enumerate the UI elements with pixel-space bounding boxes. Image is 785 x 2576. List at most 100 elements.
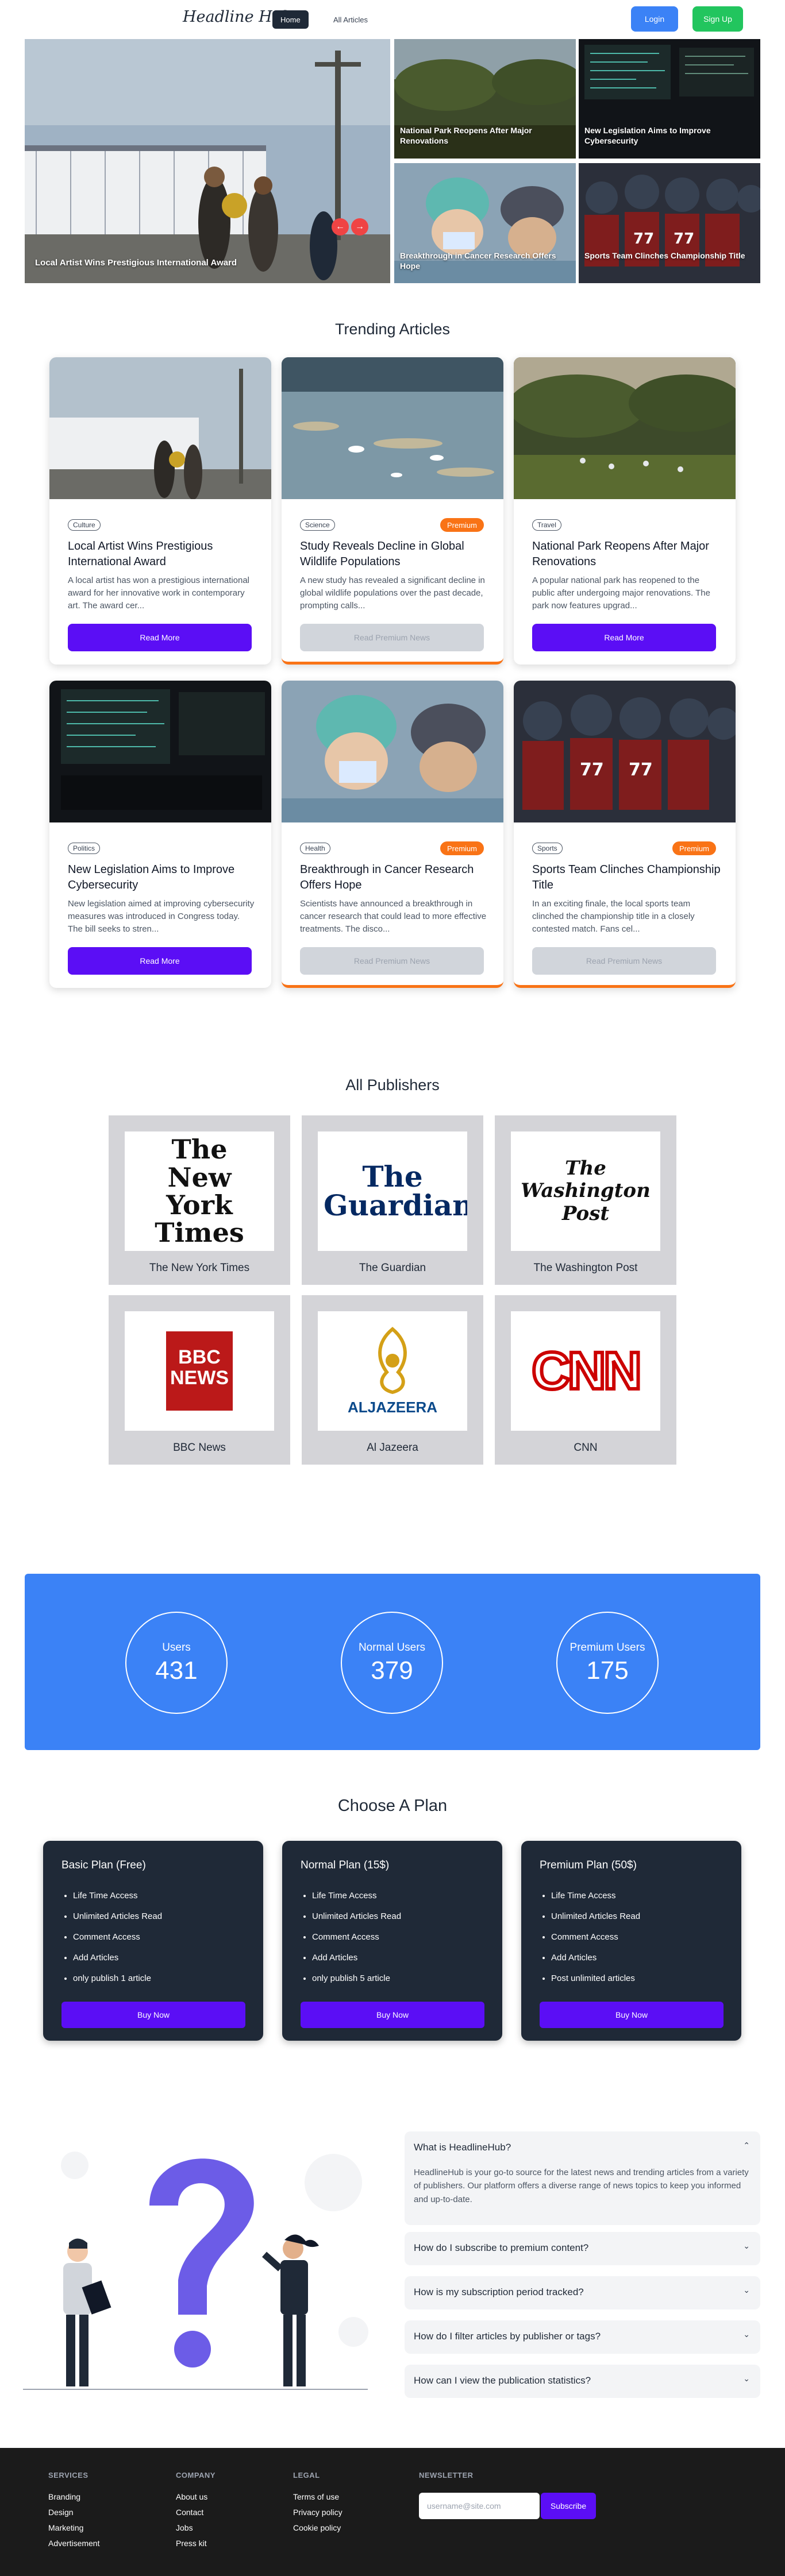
plan-feature: Life Time Access	[312, 1890, 401, 1911]
article-title[interactable]: Sports Team Clinches Championship Title	[532, 862, 722, 893]
svg-text:77: 77	[629, 760, 653, 780]
faq-question[interactable]: How do I subscribe to premium content?	[414, 2242, 588, 2254]
login-button[interactable]: Login	[631, 6, 678, 32]
footer-link[interactable]: Terms of use	[293, 2492, 343, 2508]
chevron-down-icon[interactable]: ⌄	[743, 2285, 750, 2295]
carousel-prev-button[interactable]: ←	[332, 218, 349, 235]
footer-link[interactable]: Jobs	[176, 2523, 216, 2539]
article-tag[interactable]: Sports	[532, 843, 563, 854]
plan-card-premium: Premium Plan (50$) Life Time Access Unli…	[521, 1841, 741, 2041]
read-premium-button[interactable]: Read Premium News	[300, 624, 484, 651]
footer-link[interactable]: Privacy policy	[293, 2508, 343, 2523]
article-card: Politics New Legislation Aims to Improve…	[49, 681, 271, 988]
faq-item[interactable]: How can I view the publication statistic…	[405, 2365, 760, 2398]
article-title[interactable]: Local Artist Wins Prestigious Internatio…	[68, 539, 257, 570]
article-tag[interactable]: Health	[300, 843, 330, 854]
publishers-title: All Publishers	[345, 1076, 440, 1094]
newsletter-email-input[interactable]: username@site.com	[419, 2493, 540, 2519]
hero-main-caption: Local Artist Wins Prestigious Internatio…	[35, 258, 237, 268]
hero-tile-1[interactable]: National Park Reopens After Major Renova…	[394, 39, 576, 159]
article-title[interactable]: New Legislation Aims to Improve Cybersec…	[68, 862, 257, 893]
premium-badge: Premium	[672, 841, 716, 855]
svg-text:77: 77	[674, 230, 694, 248]
hero-main-slide[interactable]: Local Artist Wins Prestigious Internatio…	[25, 39, 390, 283]
footer-heading: COMPANY	[176, 2471, 216, 2480]
faq-item[interactable]: How do I subscribe to premium content? ⌄	[405, 2232, 760, 2265]
publisher-card[interactable]: CNN CNN	[495, 1295, 676, 1465]
article-card: Health Premium Breakthrough in Cancer Re…	[282, 681, 503, 988]
publisher-card[interactable]: BBC NEWS BBC News	[109, 1295, 290, 1465]
article-excerpt: A new study has revealed a significant d…	[300, 576, 485, 611]
article-image	[282, 357, 503, 499]
nav-all-articles-link[interactable]: All Articles	[325, 10, 376, 29]
article-title[interactable]: National Park Reopens After Major Renova…	[532, 539, 722, 570]
article-tag[interactable]: Politics	[68, 843, 101, 854]
footer-link[interactable]: Branding	[48, 2492, 99, 2508]
article-excerpt: In an exciting finale, the local sports …	[532, 899, 695, 934]
publisher-card[interactable]: The New York Times The New York Times	[109, 1115, 290, 1285]
hero-tile-4-image: 77 77	[579, 163, 760, 283]
nav-home-link[interactable]: Home	[272, 10, 309, 29]
hero-tile-1-caption: National Park Reopens After Major Renova…	[400, 126, 532, 146]
hero-tile-3[interactable]: Breakthrough in Cancer Research Offers H…	[394, 163, 576, 283]
footer-link[interactable]: Press kit	[176, 2539, 216, 2554]
faq-question[interactable]: How do I filter articles by publisher or…	[414, 2331, 601, 2342]
article-tag[interactable]: Science	[300, 519, 335, 531]
chevron-down-icon[interactable]: ⌄	[743, 2330, 750, 2339]
publisher-card[interactable]: ALJAZEERA Al Jazeera	[302, 1295, 483, 1465]
plan-feature: Add Articles	[551, 1952, 640, 1973]
plan-feature: Add Articles	[73, 1952, 162, 1973]
faq-item-open[interactable]: What is HeadlineHub? ⌃ HeadlineHub is yo…	[405, 2131, 760, 2225]
buy-now-button[interactable]: Buy Now	[540, 2002, 724, 2028]
faq-question[interactable]: How can I view the publication statistic…	[414, 2375, 591, 2386]
read-more-button[interactable]: Read More	[532, 624, 716, 651]
hero-tile-4[interactable]: 77 77 Sports Team Clinches Championship T…	[579, 163, 760, 283]
footer-link[interactable]: Contact	[176, 2508, 216, 2523]
chevron-down-icon[interactable]: ⌄	[743, 2374, 750, 2384]
buy-now-button[interactable]: Buy Now	[61, 2002, 245, 2028]
footer-link[interactable]: Marketing	[48, 2523, 99, 2539]
aljazeera-emblem	[378, 1326, 407, 1394]
publisher-name: The Guardian	[359, 1262, 426, 1274]
hero-tile-2-caption: New Legislation Aims to Improve Cybersec…	[584, 126, 711, 146]
publisher-card[interactable]: The Washington Post The Washington Post	[495, 1115, 676, 1285]
buy-now-button[interactable]: Buy Now	[301, 2002, 484, 2028]
plan-card-basic: Basic Plan (Free) Life Time Access Unlim…	[43, 1841, 263, 2041]
signup-button[interactable]: Sign Up	[692, 6, 743, 32]
faq-question[interactable]: What is HeadlineHub?	[414, 2142, 511, 2153]
plan-feature: Life Time Access	[551, 1890, 640, 1911]
hero-main-image	[25, 39, 390, 283]
publisher-logo-bbc: BBC NEWS	[125, 1311, 274, 1431]
article-title[interactable]: Study Reveals Decline in Global Wildlife…	[300, 539, 490, 570]
footer-link[interactable]: About us	[176, 2492, 216, 2508]
footer-legal-column: LEGAL Terms of use Privacy policy Cookie…	[293, 2471, 343, 2539]
read-more-button[interactable]: Read More	[68, 624, 252, 651]
article-excerpt: New legislation aimed at improving cyber…	[68, 899, 255, 934]
stat-label: Premium Users	[569, 1642, 645, 1654]
hero-tile-2[interactable]: New Legislation Aims to Improve Cybersec…	[579, 39, 760, 159]
faq-answer: HeadlineHub is your go-to source for the…	[414, 2168, 749, 2204]
footer-link[interactable]: Advertisement	[48, 2539, 99, 2554]
article-title[interactable]: Breakthrough in Cancer Research Offers H…	[300, 862, 490, 893]
read-more-button[interactable]: Read More	[68, 947, 252, 975]
footer-link[interactable]: Cookie policy	[293, 2523, 343, 2539]
faq-item[interactable]: How is my subscription period tracked? ⌄	[405, 2276, 760, 2309]
faq-question[interactable]: How is my subscription period tracked?	[414, 2287, 584, 2298]
chevron-up-icon[interactable]: ⌃	[743, 2141, 750, 2150]
article-tag[interactable]: Travel	[532, 519, 561, 531]
subscribe-button[interactable]: Subscribe	[541, 2493, 596, 2519]
footer-services-column: SERVICES Branding Design Marketing Adver…	[48, 2471, 99, 2554]
article-tag[interactable]: Culture	[68, 519, 101, 531]
footer-link[interactable]: Design	[48, 2508, 99, 2523]
read-premium-button[interactable]: Read Premium News	[300, 947, 484, 975]
faq-item[interactable]: How do I filter articles by publisher or…	[405, 2320, 760, 2354]
carousel-next-button[interactable]: →	[351, 218, 368, 235]
plan-feature: Comment Access	[73, 1932, 162, 1952]
article-card: 77 77 Sports Premium Sports Team Clinches…	[514, 681, 736, 988]
read-premium-button[interactable]: Read Premium News	[532, 947, 716, 975]
stat-value: 175	[586, 1656, 629, 1685]
chevron-down-icon[interactable]: ⌄	[743, 2241, 750, 2251]
publisher-card[interactable]: The Guardian The Guardian	[302, 1115, 483, 1285]
article-excerpt: Scientists have announced a breakthrough…	[300, 899, 487, 934]
publisher-logo-nyt: The New York Times	[125, 1131, 274, 1251]
